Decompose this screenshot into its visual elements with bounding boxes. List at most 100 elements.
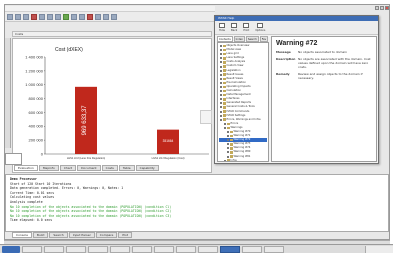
- system-tray[interactable]: [365, 245, 393, 253]
- book-icon: [223, 110, 226, 113]
- help-detail-title: Warning #72: [276, 40, 318, 47]
- tab-capability[interactable]: Capability: [135, 165, 159, 171]
- expand-icon[interactable]: [224, 159, 226, 161]
- object-selector[interactable]: [5, 153, 22, 165]
- run-icon[interactable]: [63, 13, 69, 20]
- taskbar-item[interactable]: [220, 245, 240, 253]
- zoom-icon[interactable]: [103, 13, 109, 20]
- expand-icon[interactable]: [220, 61, 222, 64]
- expand-icon[interactable]: [220, 65, 222, 68]
- output-tab-compare[interactable]: Compare: [95, 232, 118, 238]
- taskbar-item[interactable]: [132, 245, 152, 253]
- tab-document[interactable]: Document: [77, 165, 101, 171]
- expand-icon[interactable]: [227, 155, 229, 158]
- output-tab-build[interactable]: Build: [32, 232, 49, 238]
- stop-icon[interactable]: [31, 13, 37, 20]
- expand-icon[interactable]: [220, 57, 222, 60]
- taskbar-item[interactable]: [88, 245, 108, 253]
- book-icon: [223, 52, 226, 56]
- output-last-line: Time elapsed: 0.0 secs: [10, 218, 53, 223]
- maximize-icon[interactable]: [380, 6, 384, 10]
- help-detail-value: No objects are associated with the domai…: [298, 57, 371, 69]
- y-tick-label: 800 000: [29, 96, 44, 101]
- output-tab-plot[interactable]: Plot: [118, 232, 132, 238]
- expand-icon[interactable]: [220, 90, 222, 93]
- tab-table[interactable]: Table: [118, 165, 135, 171]
- grid-icon[interactable]: [95, 13, 101, 20]
- expand-icon[interactable]: [220, 45, 222, 48]
- cost-chart: Cost (dXEX) 1 400 000 1 200 000 1 000 000 8…: [25, 47, 209, 160]
- expand-icon[interactable]: [220, 49, 222, 52]
- open-icon[interactable]: [15, 13, 21, 20]
- hide-button[interactable]: Hide: [219, 23, 225, 32]
- taskbar-item[interactable]: [66, 245, 86, 253]
- help-tree-node[interactable]: Errors, Warnings and Infos: [219, 118, 267, 122]
- new-icon[interactable]: [7, 13, 13, 20]
- expand-icon[interactable]: [220, 77, 222, 80]
- output-tab-console[interactable]: Console: [12, 232, 32, 238]
- expand-icon[interactable]: [220, 73, 222, 76]
- expand-icon[interactable]: [220, 53, 222, 56]
- start-button[interactable]: [2, 245, 20, 253]
- expand-icon[interactable]: [220, 81, 222, 84]
- help-tree-node[interactable]: Infos: [219, 159, 267, 161]
- y-tick-label: 200 000: [29, 138, 44, 143]
- chart-icon[interactable]: [79, 13, 85, 20]
- x-tick-label: LHS1 LNJ (Lane Fire Regulation): [67, 156, 105, 160]
- chart-panel: Cost (dXEX) 1 400 000 1 200 000 1 000 000 8…: [12, 38, 212, 173]
- book-icon: [223, 77, 226, 81]
- taskbar-item[interactable]: [22, 245, 42, 253]
- taskbar-item[interactable]: [44, 245, 64, 253]
- save-icon[interactable]: [23, 13, 29, 20]
- paste-icon[interactable]: [55, 13, 61, 20]
- taskbar-item[interactable]: [198, 245, 218, 253]
- expand-icon[interactable]: [227, 143, 229, 146]
- taskbar-item[interactable]: [110, 245, 130, 253]
- find-icon[interactable]: [71, 13, 77, 20]
- tab-costs[interactable]: Costs: [101, 165, 118, 171]
- book-icon: [230, 147, 233, 150]
- expand-icon[interactable]: [227, 151, 229, 154]
- taskbar-item[interactable]: [176, 245, 196, 253]
- book-icon: [223, 69, 226, 72]
- y-tick-label: 1 200 000: [25, 68, 44, 73]
- expand-icon[interactable]: [220, 94, 222, 97]
- expand-icon[interactable]: [220, 110, 222, 113]
- expand-icon[interactable]: [220, 118, 222, 121]
- expand-icon[interactable]: [227, 135, 229, 138]
- expand-icon[interactable]: [227, 139, 229, 142]
- expand-icon[interactable]: [220, 106, 222, 109]
- taskbar-item[interactable]: [242, 245, 262, 253]
- back-button[interactable]: Back: [231, 23, 237, 32]
- expand-icon[interactable]: [220, 98, 222, 101]
- options-button[interactable]: Options: [255, 23, 265, 32]
- taskbar-item[interactable]: [154, 245, 174, 253]
- book-icon: [230, 134, 233, 138]
- settings-icon[interactable]: [111, 13, 117, 20]
- tab-mapinfo[interactable]: Mapinfo: [38, 165, 59, 171]
- tab-evaluation[interactable]: Evaluation: [14, 165, 38, 171]
- help-detail-row: Description No objects are associated wit…: [276, 57, 372, 69]
- debug-icon[interactable]: [87, 13, 93, 20]
- expand-icon[interactable]: [224, 122, 226, 125]
- bar-data-label: 969 633,37: [82, 105, 88, 136]
- expand-icon[interactable]: [220, 85, 222, 88]
- chart-document-tab[interactable]: Costs: [12, 31, 212, 37]
- expand-icon[interactable]: [224, 126, 226, 129]
- output-tab-search[interactable]: Search: [49, 232, 68, 238]
- close-icon[interactable]: [385, 6, 389, 10]
- book-icon: [223, 48, 226, 52]
- print-button[interactable]: Print: [243, 23, 250, 32]
- copy-icon[interactable]: [47, 13, 53, 20]
- expand-icon[interactable]: [227, 131, 229, 134]
- expand-icon[interactable]: [220, 102, 222, 105]
- hide-icon: [219, 23, 225, 28]
- taskbar-item[interactable]: [264, 245, 284, 253]
- minimize-icon[interactable]: [375, 6, 379, 10]
- expand-icon[interactable]: [220, 114, 222, 117]
- expand-icon[interactable]: [220, 69, 222, 72]
- tab-chart[interactable]: Chart: [59, 165, 77, 171]
- output-tab-input-parser[interactable]: Input Parser: [68, 232, 95, 238]
- expand-icon[interactable]: [227, 147, 229, 150]
- cut-icon[interactable]: [39, 13, 45, 20]
